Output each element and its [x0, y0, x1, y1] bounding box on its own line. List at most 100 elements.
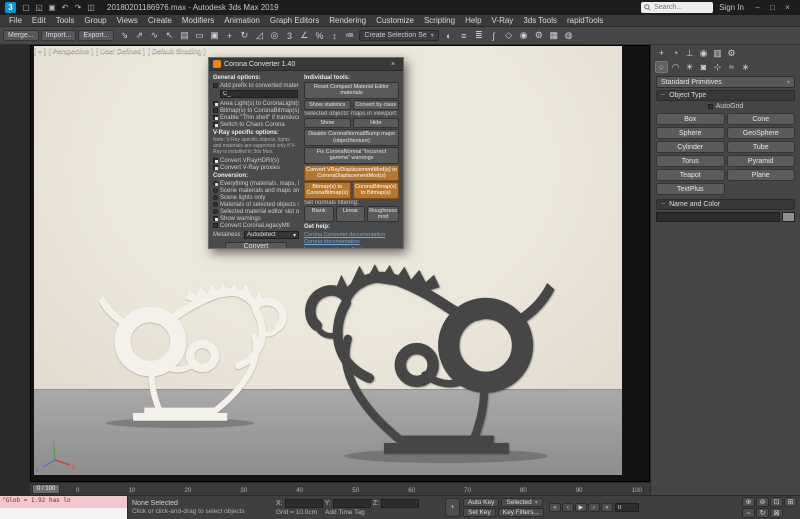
menu-item[interactable]: 3ds Tools: [518, 16, 562, 25]
import-button[interactable]: Import...: [41, 30, 77, 41]
category-lights[interactable]: ☀: [683, 61, 696, 73]
conversion-scope-option[interactable]: Scene materials and maps only: [213, 187, 299, 194]
bitmap-to-coronabitmap-button[interactable]: Bitmap(s) to CoronaBitmap(s): [304, 182, 351, 199]
conversion-scope-option[interactable]: Selected material editor slot only: [213, 208, 299, 215]
schematic-view-icon[interactable]: ◇: [502, 29, 516, 43]
select-and-rotate-icon[interactable]: ↻: [237, 29, 251, 43]
unlink-selection-icon[interactable]: ⇗: [132, 29, 146, 43]
general-option[interactable]: Area Light(s) to CoronaLight(s): [213, 100, 299, 107]
category-geometry[interactable]: ○: [655, 61, 668, 73]
tab-hierarchy[interactable]: ⊥: [683, 47, 696, 59]
menu-item[interactable]: Help: [460, 16, 486, 25]
use-pivot-point-icon[interactable]: ◎: [267, 29, 281, 43]
selection-set-key-dropdown[interactable]: Selected ▾: [501, 498, 542, 507]
maximize-button[interactable]: □: [765, 3, 780, 12]
radio-button[interactable]: [213, 209, 218, 214]
menu-item[interactable]: V-Ray: [487, 16, 519, 25]
add-prefix-option[interactable]: Add prefix to converted materials:: [213, 82, 299, 89]
select-and-move-icon[interactable]: +: [222, 29, 236, 43]
metalness-dropdown[interactable]: Autodetect ▾: [244, 231, 299, 239]
scene-explorer-icon[interactable]: ≣: [472, 29, 486, 43]
object-type-button[interactable]: Sphere: [656, 127, 725, 139]
conversion-scope-option[interactable]: Everything (materials, maps, lights): [213, 180, 299, 187]
general-option[interactable]: Bitmap(s) to CoronaBitmap(s): [213, 107, 299, 114]
radio-button[interactable]: [213, 202, 218, 207]
viewport-label-segment[interactable]: [ Default Shading ]: [148, 48, 206, 55]
radio-button[interactable]: [213, 188, 218, 193]
vray-option[interactable]: Convert V-Ray proxies: [213, 164, 299, 171]
menu-item[interactable]: Edit: [27, 16, 51, 25]
spinner-snap-icon[interactable]: ↕: [327, 29, 341, 43]
checkbox[interactable]: [213, 101, 218, 106]
merge-button[interactable]: Merge...: [3, 30, 39, 41]
tab-utilities[interactable]: ⚙: [725, 47, 738, 59]
x-coordinate-input[interactable]: [285, 499, 323, 508]
bind-to-space-warp-icon[interactable]: ∿: [147, 29, 161, 43]
tab-display[interactable]: ▥: [711, 47, 724, 59]
name-color-rollout-header[interactable]: − Name and Color: [656, 199, 795, 210]
add-time-tag[interactable]: Add Time Tag: [325, 509, 365, 516]
zoom-button[interactable]: ⊕: [742, 497, 755, 507]
select-and-link-icon[interactable]: ⇘: [117, 29, 131, 43]
object-type-button[interactable]: Cylinder: [656, 141, 725, 153]
checkbox[interactable]: [213, 108, 218, 113]
conversion-scope-option[interactable]: Materials of selected objects only: [213, 201, 299, 208]
category-helpers[interactable]: ⊹: [711, 61, 724, 73]
object-type-button[interactable]: Box: [656, 113, 725, 125]
menu-item[interactable]: Tools: [51, 16, 80, 25]
select-by-name-icon[interactable]: ▤: [177, 29, 191, 43]
app-logo[interactable]: 3: [5, 2, 16, 13]
menu-item[interactable]: File: [4, 16, 27, 25]
general-option[interactable]: Switch to Chaos Corona: [213, 121, 299, 128]
autogrid-option[interactable]: AutoGrid: [656, 101, 795, 112]
window-crossing-icon[interactable]: ▣: [207, 29, 221, 43]
rendered-frame-window-icon[interactable]: ▦: [547, 29, 561, 43]
listener-output-line[interactable]: "Glob = 1.92 has lo: [0, 496, 127, 508]
vray-option[interactable]: Convert VRayHDRI(s): [213, 157, 299, 164]
object-type-button[interactable]: TextPlus: [656, 183, 725, 195]
category-systems[interactable]: ∗: [739, 61, 752, 73]
new-scene-icon[interactable]: ▢: [20, 3, 32, 12]
percent-snap-icon[interactable]: %: [312, 29, 326, 43]
save-file-icon[interactable]: ▣: [46, 3, 58, 12]
checkbox[interactable]: [213, 115, 218, 120]
minimize-button[interactable]: –: [750, 3, 765, 12]
menu-item[interactable]: Group: [79, 16, 111, 25]
select-and-scale-icon[interactable]: ◿: [252, 29, 266, 43]
checkbox[interactable]: [213, 165, 218, 170]
angle-snap-icon[interactable]: ∠: [297, 29, 311, 43]
set-key-button[interactable]: Set Key: [463, 508, 496, 517]
listener-input-line[interactable]: [0, 508, 127, 519]
convert-button[interactable]: Convert: [225, 242, 287, 249]
convert-by-class-button[interactable]: Convert by class: [353, 100, 400, 110]
menu-item[interactable]: Views: [112, 16, 143, 25]
normals-filter-button[interactable]: Blank: [304, 206, 334, 223]
object-type-rollout-header[interactable]: − Object Type: [656, 90, 795, 101]
dialog-title-bar[interactable]: Corona Converter 1.40 ×: [209, 58, 403, 71]
viewport-label-segment[interactable]: [ User Defined ]: [96, 48, 145, 55]
tab-motion[interactable]: ◉: [697, 47, 710, 59]
reset-material-editor-button[interactable]: Reset Compact Material Editor materials: [304, 82, 399, 99]
sign-in-button[interactable]: Sign In: [719, 3, 744, 12]
set-keys-button[interactable]: +: [445, 498, 460, 517]
named-selection-sets-dropdown[interactable]: Create Selection Se ▾: [359, 30, 438, 41]
zoom-extents-button[interactable]: ⊡: [770, 497, 783, 507]
dark-horse-sculpture[interactable]: [310, 264, 554, 453]
object-color-swatch[interactable]: [782, 212, 795, 222]
object-type-button[interactable]: Pyramid: [727, 155, 796, 167]
primitives-dropdown[interactable]: Standard Primitives ▾: [656, 76, 795, 88]
go-to-end-button[interactable]: »: [601, 503, 613, 512]
white-horse-sculpture[interactable]: [98, 282, 283, 421]
z-coordinate-input[interactable]: [381, 499, 419, 508]
object-name-input[interactable]: [656, 212, 780, 222]
checkbox[interactable]: [708, 104, 713, 109]
checkbox[interactable]: [213, 122, 218, 127]
key-filters-button[interactable]: Key Filters...: [498, 508, 544, 517]
menu-item[interactable]: Customize: [371, 16, 419, 25]
maps-hide-button[interactable]: Hide: [353, 118, 400, 128]
zoom-all-button[interactable]: ⊚: [756, 497, 769, 507]
undo-icon[interactable]: ↶: [59, 3, 71, 12]
object-type-button[interactable]: Tube: [727, 141, 796, 153]
menu-item[interactable]: rapidTools: [562, 16, 608, 25]
dialog-close-button[interactable]: ×: [387, 61, 399, 68]
